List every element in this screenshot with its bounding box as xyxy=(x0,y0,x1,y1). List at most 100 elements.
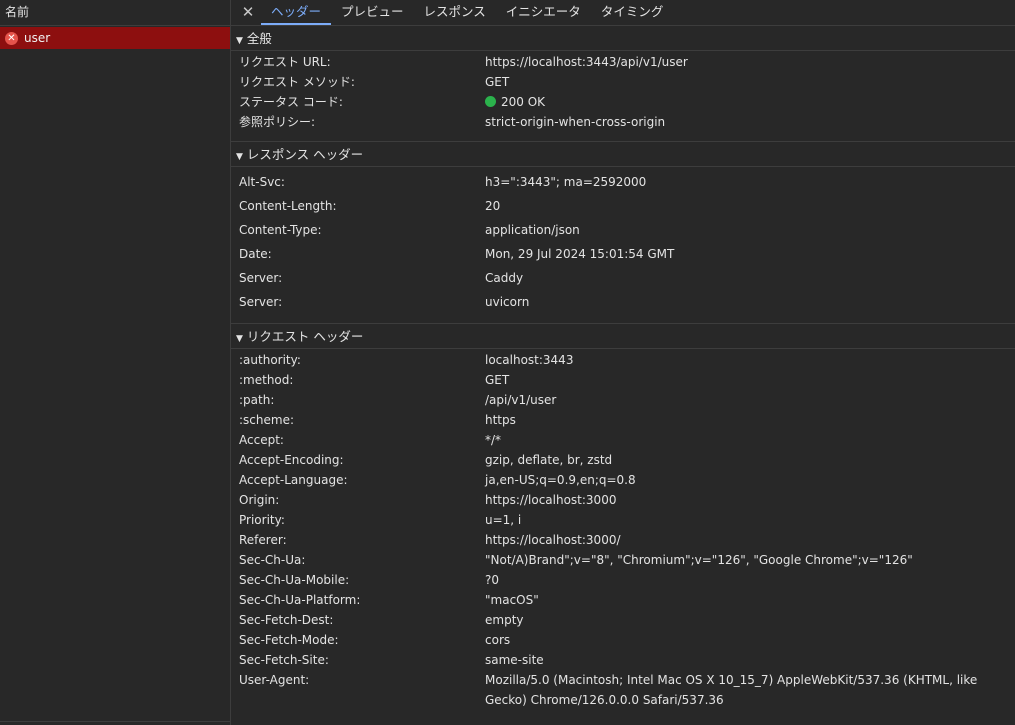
header-row: リクエスト メソッド: GET xyxy=(231,72,1015,92)
header-key: リクエスト URL: xyxy=(239,55,331,69)
header-value: Caddy xyxy=(485,271,524,285)
header-key: Alt-Svc: xyxy=(239,175,285,189)
header-row: Origin: https://localhost:3000 xyxy=(231,490,1015,510)
header-key: リクエスト メソッド: xyxy=(239,75,355,89)
general-section-header[interactable]: ▼ 全般 xyxy=(231,26,1015,51)
header-value: cors xyxy=(485,633,511,647)
close-icon[interactable]: ✕ xyxy=(235,0,261,25)
header-row: Priority: u=1, i xyxy=(231,510,1015,530)
header-value: GET xyxy=(485,373,510,387)
header-value: same-site xyxy=(485,653,544,667)
header-row: Sec-Ch-Ua: "Not/A)Brand";v="8", "Chromium… xyxy=(231,550,1015,570)
header-value: https xyxy=(485,413,516,427)
triangle-down-icon: ▼ xyxy=(236,334,243,344)
header-value: Mozilla/5.0 (Macintosh; Intel Mac OS X 1… xyxy=(485,673,978,707)
tab-headers[interactable]: ヘッダー xyxy=(261,0,332,25)
response-headers-section: Alt-Svc: h3=":3443"; ma=2592000 Content-L… xyxy=(231,167,1015,324)
header-row: 参照ポリシー: strict-origin-when-cross-origin xyxy=(231,112,1015,132)
error-circle-icon: ✕ xyxy=(5,31,18,45)
header-row: User-Agent: Mozilla/5.0 (Macintosh; Intel… xyxy=(231,670,1015,710)
header-value: /api/v1/user xyxy=(485,393,557,407)
header-key: Content-Type: xyxy=(239,223,322,237)
status-text: 200 OK xyxy=(501,95,546,109)
header-key: :scheme: xyxy=(239,413,294,427)
header-row: Referer: https://localhost:3000/ xyxy=(231,530,1015,550)
header-row: Sec-Ch-Ua-Mobile: ?0 xyxy=(231,570,1015,590)
header-value: GET xyxy=(485,75,510,89)
header-value: https://localhost:3000/ xyxy=(485,533,621,547)
header-row: Content-Length: 20 xyxy=(231,194,1015,218)
header-value: "Not/A)Brand";v="8", "Chromium";v="126",… xyxy=(485,553,913,567)
header-key: Accept-Language: xyxy=(239,473,348,487)
header-value: u=1, i xyxy=(485,513,522,527)
tab-bar: ✕ ヘッダー プレビュー レスポンス イニシエータ タイミング xyxy=(231,0,1015,26)
header-row: Sec-Fetch-Dest: empty xyxy=(231,610,1015,630)
header-value: empty xyxy=(485,613,524,627)
header-row: Date: Mon, 29 Jul 2024 15:01:54 GMT xyxy=(231,242,1015,266)
header-key: Accept-Encoding: xyxy=(239,453,344,467)
response-headers-section-header[interactable]: ▼ レスポンス ヘッダー xyxy=(231,142,1015,167)
header-key: Sec-Fetch-Mode: xyxy=(239,633,339,647)
request-headers-section: :authority: localhost:3443 :method: GET :p… xyxy=(231,349,1015,710)
header-row: Sec-Fetch-Mode: cors xyxy=(231,630,1015,650)
header-row: Sec-Fetch-Site: same-site xyxy=(231,650,1015,670)
header-key: Sec-Ch-Ua-Platform: xyxy=(239,593,361,607)
header-row: :authority: localhost:3443 xyxy=(231,350,1015,370)
header-key: :path: xyxy=(239,393,275,407)
request-headers-title: リクエスト ヘッダー xyxy=(246,329,364,344)
header-value: */* xyxy=(485,433,502,447)
header-row: Content-Type: application/json xyxy=(231,218,1015,242)
header-key: Server: xyxy=(239,295,283,309)
header-row: :scheme: https xyxy=(231,410,1015,430)
header-row: Accept: */* xyxy=(231,430,1015,450)
header-value: gzip, deflate, br, zstd xyxy=(485,453,613,467)
header-row: Alt-Svc: h3=":3443"; ma=2592000 xyxy=(231,170,1015,194)
request-headers-section-header[interactable]: ▼ リクエスト ヘッダー xyxy=(231,324,1015,349)
response-headers-title: レスポンス ヘッダー xyxy=(246,147,364,162)
status-ok-dot-icon xyxy=(485,96,496,107)
header-key: Sec-Ch-Ua: xyxy=(239,553,306,567)
header-key: Accept: xyxy=(239,433,284,447)
header-key: User-Agent: xyxy=(239,673,310,687)
header-key: Referer: xyxy=(239,533,287,547)
header-key: Date: xyxy=(239,247,272,261)
header-key: Sec-Ch-Ua-Mobile: xyxy=(239,573,350,587)
header-key: Origin: xyxy=(239,493,280,507)
tab-preview[interactable]: プレビュー xyxy=(331,0,414,25)
triangle-down-icon: ▼ xyxy=(236,152,243,162)
header-value: h3=":3443"; ma=2592000 xyxy=(485,175,647,189)
header-value: application/json xyxy=(485,223,580,237)
header-key: :method: xyxy=(239,373,294,387)
tab-timing[interactable]: タイミング xyxy=(591,0,674,25)
general-section: リクエスト URL: https://localhost:3443/api/v1… xyxy=(231,51,1015,142)
header-key: :authority: xyxy=(239,353,301,367)
tab-initiator[interactable]: イニシエータ xyxy=(496,0,591,25)
header-value: uvicorn xyxy=(485,295,530,309)
header-row: リクエスト URL: https://localhost:3443/api/v1… xyxy=(231,52,1015,72)
general-title: 全般 xyxy=(246,31,272,46)
header-value: localhost:3443 xyxy=(485,353,574,367)
request-name: user xyxy=(24,31,51,45)
header-row: Accept-Language: ja,en-US;q=0.9,en;q=0.8 xyxy=(231,470,1015,490)
name-column-header[interactable]: 名前 xyxy=(0,0,230,26)
header-value: https://localhost:3443/api/v1/user xyxy=(485,55,688,69)
request-list-panel: 名前 ✕ user xyxy=(0,0,231,725)
header-key: Server: xyxy=(239,271,283,285)
status-value: 200 OK xyxy=(485,92,1015,112)
header-value: "macOS" xyxy=(485,593,539,607)
header-key: 参照ポリシー: xyxy=(239,115,316,129)
header-key: Sec-Fetch-Dest: xyxy=(239,613,334,627)
header-row: ステータス コード: 200 OK xyxy=(231,92,1015,112)
header-row: Server: Caddy xyxy=(231,266,1015,290)
request-row-user[interactable]: ✕ user xyxy=(0,27,230,49)
header-row: :method: GET xyxy=(231,370,1015,390)
header-key: Sec-Fetch-Site: xyxy=(239,653,329,667)
header-value: https://localhost:3000 xyxy=(485,493,617,507)
header-row: Sec-Ch-Ua-Platform: "macOS" xyxy=(231,590,1015,610)
header-value: strict-origin-when-cross-origin xyxy=(485,115,666,129)
header-key: Priority: xyxy=(239,513,285,527)
triangle-down-icon: ▼ xyxy=(236,36,243,46)
details-panel: ✕ ヘッダー プレビュー レスポンス イニシエータ タイミング ▼ 全般 リクエス… xyxy=(231,0,1015,725)
header-key: ステータス コード: xyxy=(239,95,343,109)
tab-response[interactable]: レスポンス xyxy=(414,0,496,25)
